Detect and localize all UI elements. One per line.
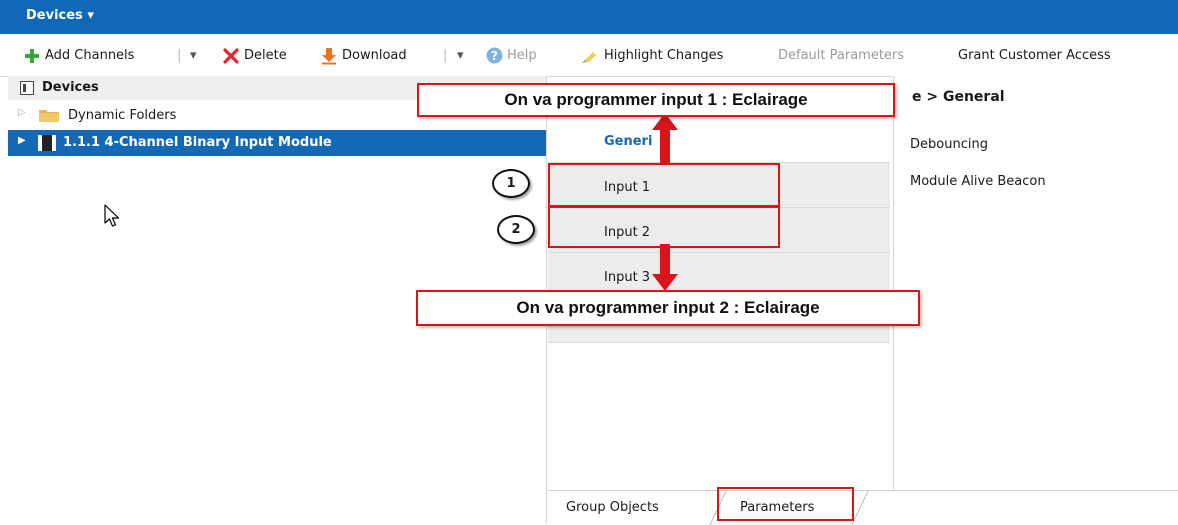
download-button[interactable]: Download — [342, 48, 407, 63]
parameters-panel: e > General Debouncing Module Alive Beac… — [893, 76, 1178, 490]
download-icon — [322, 48, 336, 65]
step-marker-2: 2 — [497, 215, 535, 244]
arrow-up-icon — [652, 113, 678, 164]
step-marker-1: 1 — [492, 169, 530, 198]
channel-item-general[interactable]: Generi — [548, 118, 890, 162]
expand-arrow-icon[interactable]: ▶ — [18, 135, 26, 146]
channel-list-empty-area — [548, 342, 890, 491]
tree-item-binary-input-module[interactable]: ▶ 1.1.1 4-Channel Binary Input Module — [8, 130, 546, 156]
parameters-breadcrumb: e > General — [912, 89, 1005, 105]
folder-icon — [39, 110, 59, 122]
add-channels-button[interactable]: Add Channels — [45, 48, 134, 63]
close-icon — [223, 48, 239, 64]
download-dropdown[interactable]: ▾ — [457, 48, 464, 63]
devices-panel-icon — [20, 81, 34, 95]
svg-text:?: ? — [491, 49, 498, 63]
toolbar-separator: | — [177, 48, 182, 63]
arrow-down-icon — [652, 244, 678, 291]
toolbar-separator: | — [443, 48, 448, 63]
callout-input-2: On va programmer input 2 : Eclairage — [416, 290, 920, 326]
channel-label: Input 3 — [604, 270, 651, 285]
highlight-box-input-1 — [548, 163, 780, 208]
tree-item-label: Dynamic Folders — [68, 108, 177, 123]
parameter-debouncing[interactable]: Debouncing — [910, 137, 988, 152]
grant-customer-access-button[interactable]: Grant Customer Access — [958, 48, 1111, 63]
bottom-tab-bar: Group Objects Parameters — [548, 490, 1178, 525]
expand-arrow-icon[interactable]: ▷ — [18, 107, 26, 118]
devices-panel-title: Devices — [42, 80, 99, 95]
highlight-changes-button[interactable]: Highlight Changes — [604, 48, 723, 63]
help-button[interactable]: Help — [507, 48, 537, 63]
channel-label: Generi — [604, 134, 653, 149]
delete-button[interactable]: Delete — [244, 48, 287, 63]
default-parameters-button[interactable]: Default Parameters — [778, 48, 904, 63]
parameter-module-alive-beacon[interactable]: Module Alive Beacon — [910, 174, 1046, 189]
highlight-box-parameters-tab — [717, 487, 854, 521]
device-icon — [38, 135, 56, 151]
callout-input-1: On va programmer input 1 : Eclairage — [417, 83, 895, 117]
tree-item-label: 1.1.1 4-Channel Binary Input Module — [63, 135, 332, 150]
tab-group-objects[interactable]: Group Objects — [566, 500, 659, 515]
plus-icon — [25, 49, 39, 63]
devices-menu-title[interactable]: Devices ▾ — [26, 8, 94, 23]
channel-list: Generi Input 1 Input 2 Input 3 — [548, 76, 890, 491]
mouse-cursor-icon — [104, 204, 120, 227]
add-channels-dropdown[interactable]: ▾ — [190, 48, 197, 63]
highlighter-icon — [582, 52, 596, 63]
highlight-box-input-2 — [548, 205, 780, 248]
toolbar: Add Channels | ▾ Delete Download | ▾ ? H… — [0, 34, 1178, 77]
title-bar: Devices ▾ — [0, 0, 1178, 34]
help-icon: ? — [486, 47, 503, 64]
